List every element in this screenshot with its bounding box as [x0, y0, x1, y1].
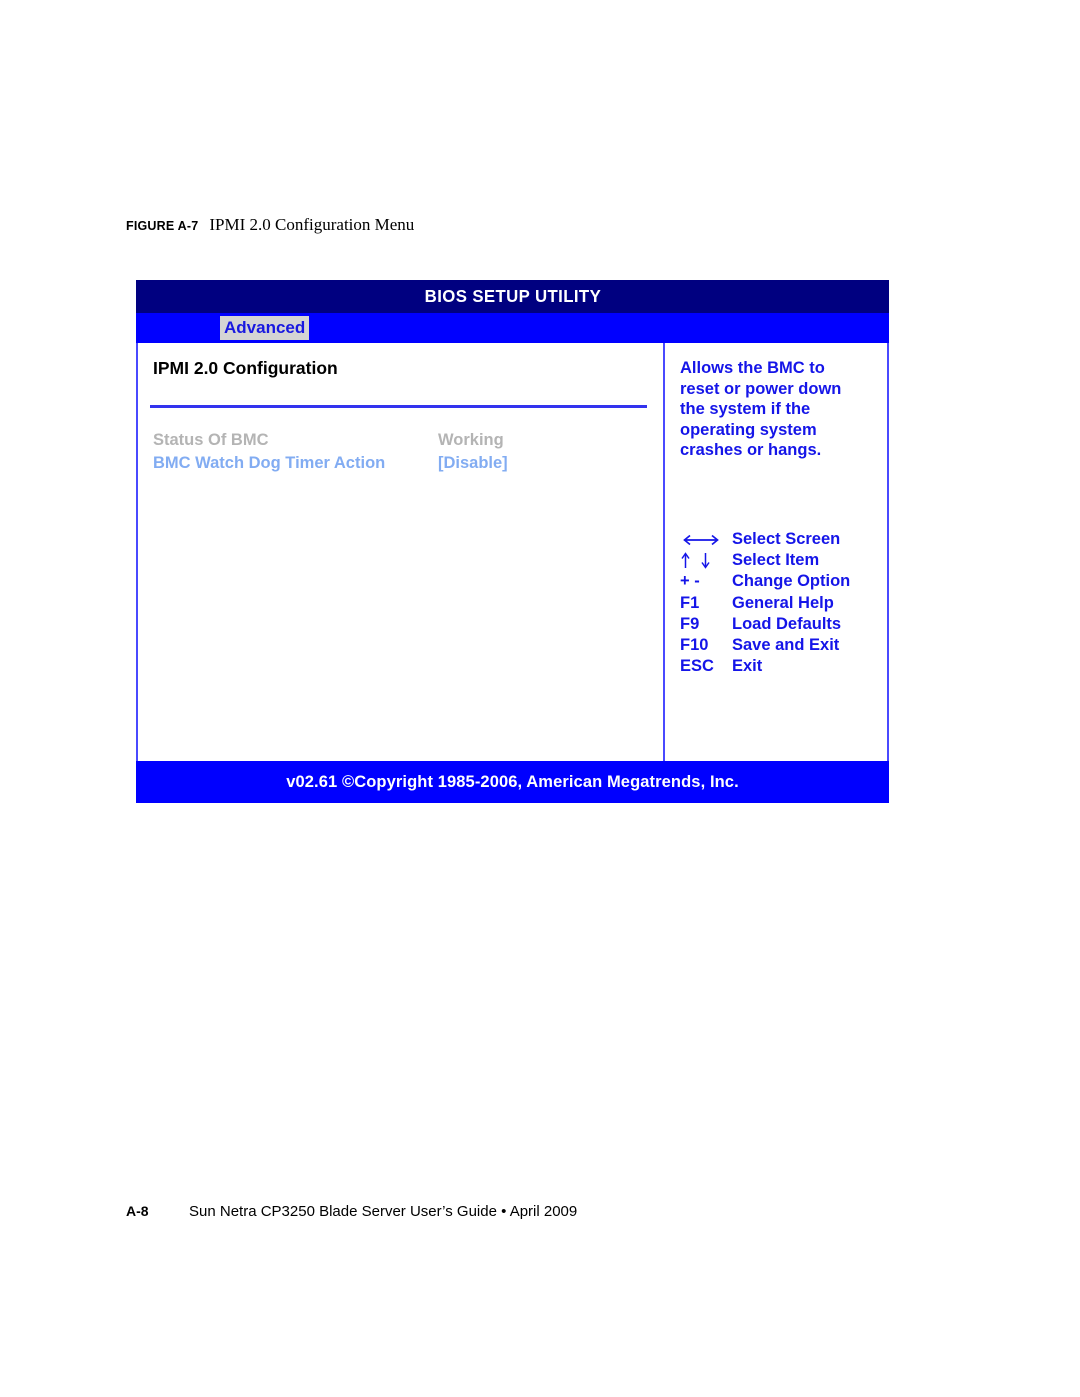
bios-copyright: v02.61 ©Copyright 1985-2006, American Me…: [286, 772, 739, 791]
setting-value: Working: [438, 431, 504, 449]
section-title: IPMI 2.0 Configuration: [153, 358, 338, 378]
setting-label: BMC Watch Dog Timer Action: [153, 454, 386, 472]
setting-row-status-of-bmc: Status Of BMC Working: [150, 431, 663, 454]
key-legend-row: F1 General Help: [680, 593, 887, 614]
bios-help-panel: Allows the BMC to reset or power down th…: [663, 343, 887, 761]
key-legend-key: F1: [680, 593, 700, 612]
up-down-arrow-icon: [680, 552, 732, 570]
bios-body: IPMI 2.0 Configuration Status Of BMC Wor…: [136, 343, 889, 761]
key-legend-key: F10: [680, 636, 709, 654]
bios-titlebar: BIOS SETUP UTILITY: [136, 280, 889, 313]
key-legend-key: + -: [680, 572, 700, 591]
bios-title: BIOS SETUP UTILITY: [424, 286, 601, 306]
key-legend-desc: General Help: [732, 593, 834, 612]
setting-label: Status Of BMC: [153, 431, 269, 449]
key-legend-desc: Change Option: [732, 572, 851, 591]
key-legend-row: Select Item: [680, 550, 887, 571]
bios-footer-bar: v02.61 ©Copyright 1985-2006, American Me…: [136, 761, 889, 803]
tab-advanced[interactable]: Advanced: [220, 316, 310, 340]
setting-row-bmc-watch-dog-timer-action[interactable]: BMC Watch Dog Timer Action [Disable]: [150, 454, 663, 477]
bios-setup-screen: BIOS SETUP UTILITY Advanced IPMI 2.0 Con…: [136, 280, 889, 803]
figure-caption: FIGURE A-7 IPMI 2.0 Configuration Menu: [126, 215, 414, 235]
key-legend: Select Screen Select Item + - Change Opt…: [680, 529, 887, 677]
key-legend-desc: Load Defaults: [732, 614, 842, 633]
setting-value[interactable]: [Disable]: [438, 454, 508, 473]
key-legend-row: F10 Save and Exit: [680, 635, 887, 656]
help-line: operating system: [680, 420, 817, 439]
key-legend-row: F9 Load Defaults: [680, 614, 887, 635]
figure-caption-text: IPMI 2.0 Configuration Menu: [209, 215, 415, 234]
key-legend-key: ESC: [680, 657, 714, 676]
key-legend-desc: Select Item: [732, 551, 820, 570]
page-number: A-8: [126, 1203, 149, 1219]
section-divider: [150, 405, 647, 408]
settings-list: Status Of BMC Working BMC Watch Dog Time…: [150, 431, 663, 477]
page-footer-text: Sun Netra CP3250 Blade Server User’s Gui…: [189, 1203, 578, 1220]
bios-main-panel: IPMI 2.0 Configuration Status Of BMC Wor…: [138, 343, 663, 761]
page-footer: A-8 Sun Netra CP3250 Blade Server User’s…: [126, 1203, 577, 1220]
key-legend-desc: Select Screen: [732, 530, 841, 549]
figure-label: FIGURE A-7: [126, 219, 199, 233]
key-legend-row: ESC Exit: [680, 656, 887, 677]
key-legend-desc: Exit: [732, 657, 763, 676]
bios-menu-tabbar: Advanced: [136, 313, 889, 343]
key-legend-desc: Save and Exit: [732, 636, 840, 654]
help-line: Allows the BMC to: [680, 359, 825, 377]
key-legend-row: Select Screen: [680, 529, 887, 550]
left-right-arrow-icon: [680, 533, 732, 547]
help-line: crashes or hangs.: [680, 441, 822, 460]
key-legend-key: F9: [680, 614, 700, 633]
key-legend-row: + - Change Option: [680, 571, 887, 592]
help-text: Allows the BMC to reset or power down th…: [680, 358, 887, 461]
help-line: reset or power down: [680, 379, 842, 398]
help-line: the system if the: [680, 400, 811, 419]
